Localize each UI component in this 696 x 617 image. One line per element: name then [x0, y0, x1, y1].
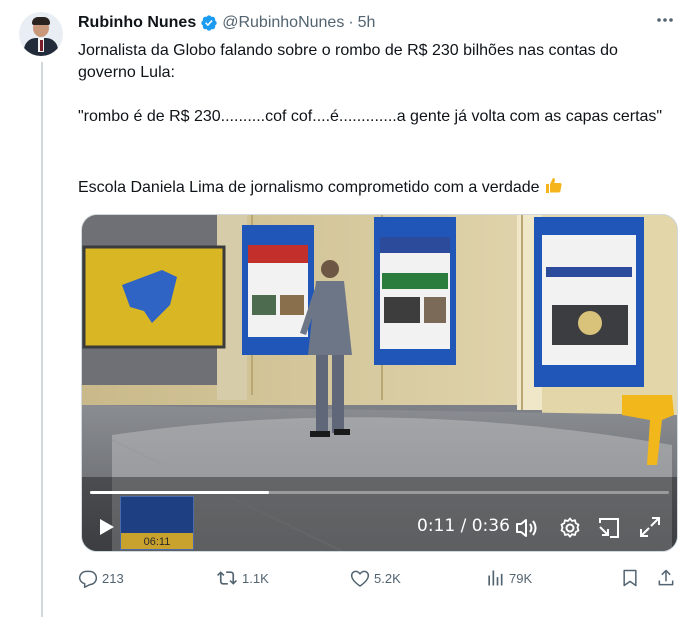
play-button[interactable] [96, 517, 116, 542]
video-time: 0:11 / 0:36 [417, 516, 510, 536]
views-count: 79K [509, 570, 533, 586]
gear-icon [560, 517, 580, 538]
tweet-text-line-3-text: Escola Daniela Lima de jornalismo compro… [78, 179, 540, 196]
repost-icon [217, 571, 237, 585]
bookmark-icon [623, 569, 637, 587]
picture-in-picture-button[interactable] [596, 515, 622, 546]
pip-icon [599, 518, 619, 538]
heart-icon [350, 570, 370, 587]
repost-button[interactable]: 1.1K [216, 566, 269, 590]
bookmark-button[interactable] [620, 566, 640, 590]
views-button[interactable]: 79K [485, 566, 532, 590]
author-handle[interactable]: @RubinhoNunes [222, 14, 344, 32]
thread-line [41, 62, 43, 617]
expand-icon [640, 517, 660, 537]
author-name[interactable]: Rubinho Nunes [78, 14, 196, 32]
fullscreen-button[interactable] [638, 515, 662, 544]
like-button[interactable]: 5.2K [350, 566, 401, 590]
share-button[interactable] [656, 566, 676, 590]
more-icon[interactable] [655, 12, 675, 28]
views-icon [488, 570, 503, 586]
video-player[interactable]: 06:11 0:11 / 0:36 [81, 214, 678, 552]
thumbs-up-icon [545, 178, 562, 193]
timestamp[interactable]: 5h [358, 14, 376, 32]
tweet-text-line-3: Escola Daniela Lima de jornalismo compro… [78, 175, 678, 199]
like-count: 5.2K [374, 570, 401, 586]
repost-count: 1.1K [242, 570, 269, 586]
settings-button[interactable] [558, 516, 582, 545]
avatar[interactable] [19, 12, 63, 56]
share-icon [658, 569, 674, 586]
tweet-actions: 213 1.1K 5.2K 79K [78, 566, 678, 590]
video-progress-bar[interactable] [90, 491, 669, 494]
thumbnail-time: 06:11 [143, 536, 171, 548]
reply-icon [78, 570, 98, 588]
tweet-text-line-1: Jornalista da Globo falando sobre o romb… [78, 42, 618, 81]
reply-button[interactable]: 213 [78, 566, 124, 590]
tweet-text-line-2: "rombo é de R$ 230..........cof cof....é… [78, 108, 663, 125]
reply-count: 213 [102, 570, 124, 586]
volume-icon [516, 519, 537, 537]
tweet-header: Rubinho Nunes @RubinhoNunes · 5h [78, 12, 375, 34]
play-icon [100, 519, 114, 535]
separator-dot: · [348, 14, 354, 31]
verified-badge-icon [201, 15, 217, 31]
video-progress-fill [90, 491, 270, 494]
video-thumbnail-preview: 06:11 [120, 496, 194, 550]
volume-button[interactable] [514, 517, 538, 544]
